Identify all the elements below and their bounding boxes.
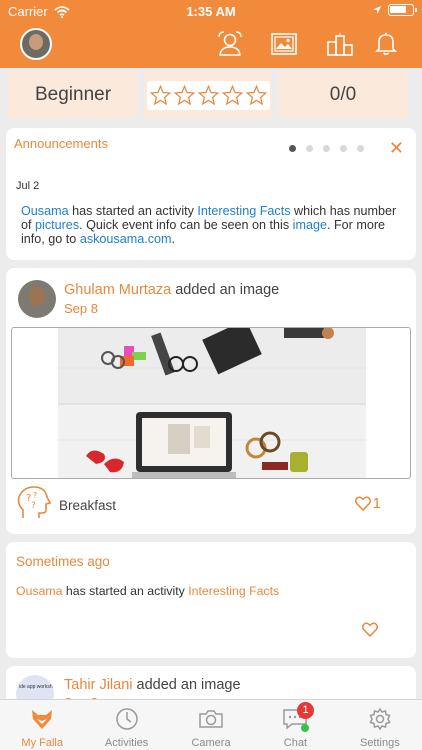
bell-icon[interactable] — [372, 30, 400, 58]
like-count: 1 — [372, 495, 381, 512]
page-dot[interactable] — [323, 145, 330, 152]
profile-avatar[interactable] — [20, 28, 52, 60]
post-heading: Sometimes ago — [16, 554, 110, 569]
page-dot[interactable] — [289, 145, 296, 152]
battery-icon — [388, 4, 417, 16]
svg-text:?: ? — [33, 491, 37, 500]
avatar-caption: ide app worksh — [19, 684, 53, 690]
status-time: 1:35 AM — [186, 4, 236, 19]
tab-label: My Falla — [21, 737, 63, 749]
tab-label: Chat — [283, 737, 308, 749]
star-icon — [149, 84, 171, 105]
post-header: Ghulam Murtaza added an image — [64, 282, 279, 298]
svg-text:?: ? — [31, 501, 36, 511]
tab-bar: My Falla Activities Camera 1 Chat Settin… — [0, 699, 422, 750]
score-label: 0/0 — [278, 72, 408, 118]
feed-activity-post: Sometimes ago Ousama has started an acti… — [6, 542, 416, 658]
activity-label: Breakfast — [59, 498, 117, 513]
star-icon — [173, 84, 195, 105]
post-action: added an image — [171, 282, 280, 298]
leaderboard-icon[interactable] — [326, 30, 354, 58]
heart-icon — [354, 496, 371, 511]
post-action: added an image — [132, 677, 241, 693]
announcements-card: Announcements ✕ Jul 2 Ousama has started… — [6, 128, 416, 260]
like-button[interactable]: 1 — [354, 495, 381, 512]
text-segment: has started an activity — [62, 584, 189, 598]
website-link[interactable]: askousama.com — [80, 232, 172, 246]
contacts-icon[interactable] — [216, 30, 244, 58]
text-segment: . — [171, 232, 176, 246]
page-dot[interactable] — [306, 145, 313, 152]
unread-badge: 1 — [297, 702, 315, 719]
post-header: Tahir Jilani added an image — [64, 677, 241, 693]
heart-icon — [362, 622, 378, 638]
announcement-text: Ousama has started an activity Interesti… — [21, 204, 401, 246]
gear-icon — [369, 707, 391, 731]
pictures-link[interactable]: pictures — [35, 218, 79, 232]
text-segment: . Quick event info can be seen on this — [79, 218, 293, 232]
desk-photo — [58, 328, 366, 478]
image-link[interactable]: image — [293, 218, 327, 232]
tab-chat[interactable]: 1 Chat — [253, 700, 337, 750]
author-name[interactable]: Tahir Jilani — [64, 677, 133, 693]
header-row — [0, 26, 422, 66]
activity-link[interactable]: Interesting Facts — [197, 204, 290, 218]
clock-icon — [115, 708, 138, 730]
close-announcements-button[interactable]: ✕ — [389, 139, 404, 157]
status-right — [372, 4, 417, 16]
user-link[interactable]: Ousama — [16, 584, 62, 598]
post-text: Ousama has started an activity Interesti… — [16, 584, 279, 598]
star-icon — [245, 84, 267, 105]
location-arrow-icon — [373, 6, 381, 14]
star-rating — [146, 80, 270, 110]
post-activity-row: ? ? ? Breakfast 1 — [11, 484, 411, 524]
app-header: Carrier 1:35 AM — [0, 0, 422, 68]
post-image[interactable] — [11, 327, 411, 479]
activity-link[interactable]: Interesting Facts — [188, 584, 279, 598]
gallery-icon[interactable] — [270, 30, 298, 58]
feed-post: Ghulam Murtaza added an image Sep 8 ? ? … — [6, 268, 416, 534]
status-bar: Carrier 1:35 AM — [0, 0, 422, 22]
announcement-date: Jul 2 — [16, 180, 40, 192]
tab-settings[interactable]: Settings — [338, 700, 422, 750]
fox-icon — [32, 710, 53, 729]
star-icon — [197, 84, 219, 105]
thinking-head-icon: ? ? ? — [17, 486, 52, 518]
author-name[interactable]: Ghulam Murtaza — [64, 282, 171, 298]
tab-label: Activities — [104, 737, 149, 749]
tab-label: Settings — [359, 737, 400, 749]
author-avatar[interactable] — [18, 280, 56, 318]
post-date: Sep 8 — [64, 301, 98, 316]
tab-activities[interactable]: Activities — [84, 700, 168, 750]
page-dot[interactable] — [357, 145, 364, 152]
level-bar: Beginner 0/0 — [0, 72, 422, 120]
tab-label: Camera — [191, 737, 231, 749]
page-indicator[interactable] — [289, 145, 364, 152]
camera-icon — [199, 710, 223, 728]
text-segment: has started an activity — [68, 204, 198, 218]
page-dot[interactable] — [340, 145, 347, 152]
rating-box — [144, 72, 272, 118]
user-link[interactable]: Ousama — [21, 204, 69, 218]
star-icon — [221, 84, 243, 105]
like-button[interactable] — [362, 622, 378, 642]
tab-my-falla[interactable]: My Falla — [0, 700, 84, 750]
announcements-title: Announcements — [14, 136, 108, 151]
tab-camera[interactable]: Camera — [169, 700, 253, 750]
level-label: Beginner — [8, 72, 138, 118]
